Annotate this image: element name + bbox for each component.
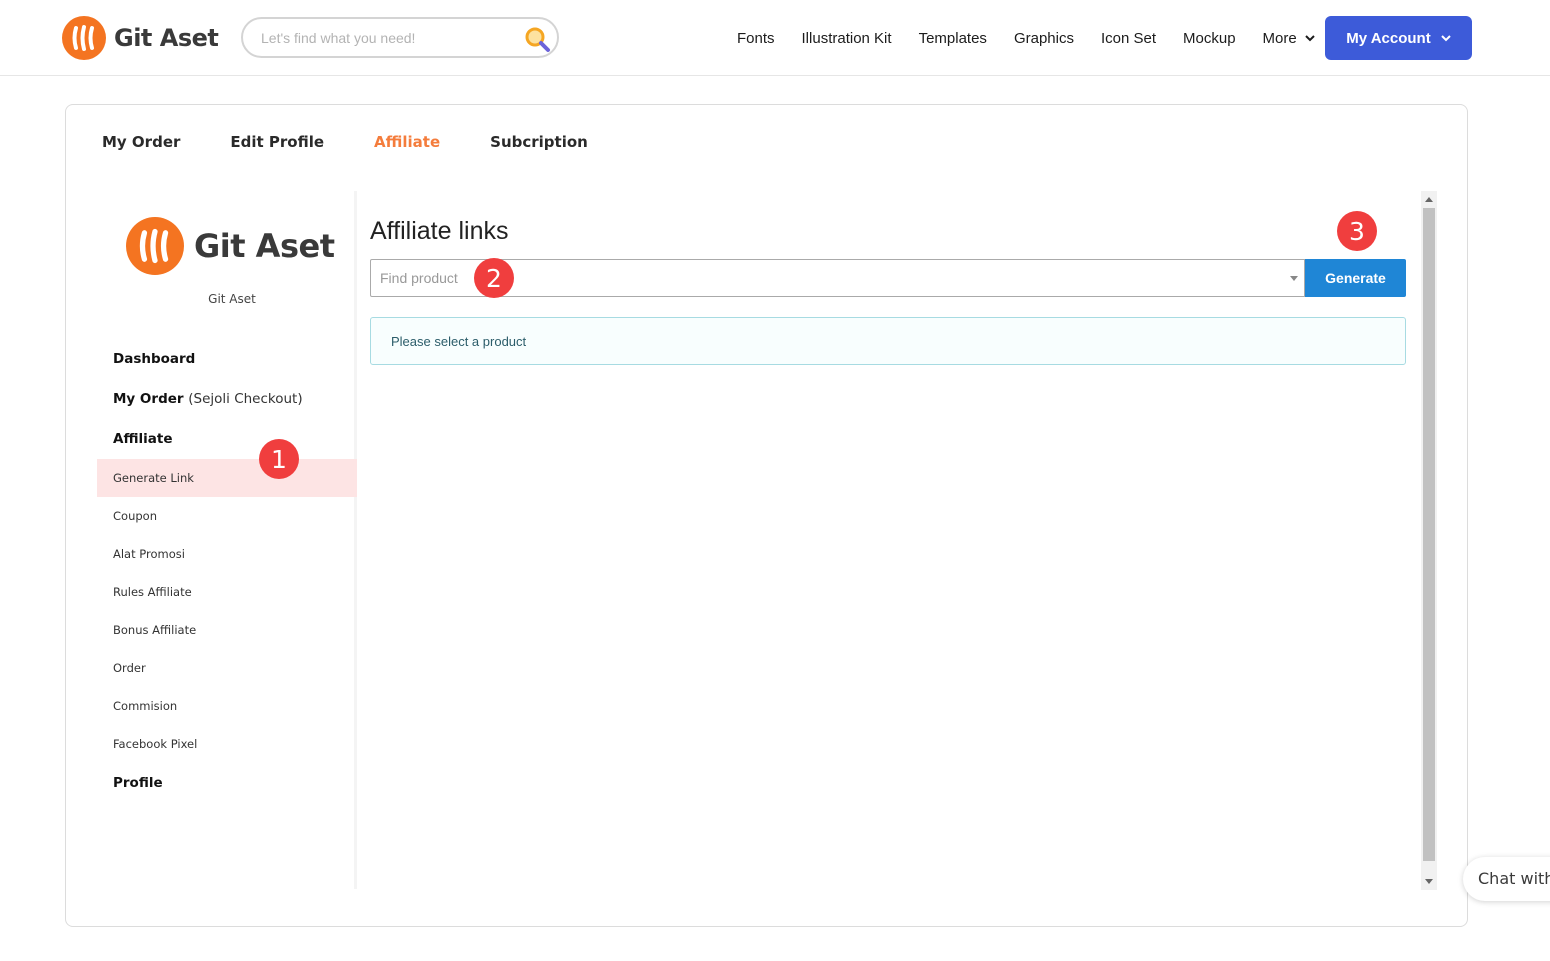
info-notice: Please select a product	[370, 317, 1406, 365]
chevron-down-icon	[1441, 34, 1451, 41]
sidebar-brand-name: Git Aset	[194, 227, 335, 265]
nav-mockup[interactable]: Mockup	[1183, 30, 1236, 47]
chat-widget-button[interactable]: Chat with	[1463, 857, 1550, 901]
sidebar-item-bonus-affiliate[interactable]: Bonus Affiliate	[97, 611, 357, 649]
scroll-down-arrow-icon[interactable]	[1425, 879, 1433, 884]
panel-scrollbar[interactable]	[1421, 191, 1437, 890]
my-account-button[interactable]: My Account	[1325, 16, 1472, 60]
account-card: My Order Edit Profile Affiliate Subcript…	[65, 104, 1468, 927]
sidebar-item-facebook-pixel[interactable]: Facebook Pixel	[97, 725, 357, 763]
sidebar-item-coupon[interactable]: Coupon	[97, 497, 357, 535]
sidebar-item-affiliate[interactable]: Affiliate	[113, 431, 172, 447]
scrollbar-thumb[interactable]	[1423, 208, 1435, 861]
brand-logo-icon	[62, 16, 106, 60]
my-account-label: My Account	[1346, 29, 1431, 47]
sidebar-item-generate-link[interactable]: Generate Link	[97, 459, 357, 497]
chevron-down-icon	[1305, 34, 1315, 41]
sidebar-item-order[interactable]: Order	[97, 649, 357, 687]
sidebar-username: Git Aset	[208, 292, 256, 306]
sidebar-item-my-order-sub: (Sejoli Checkout)	[188, 391, 303, 407]
search-bar	[241, 17, 559, 58]
main-nav: Fonts Illustration Kit Templates Graphic…	[737, 28, 1342, 48]
nav-icon-set[interactable]: Icon Set	[1101, 30, 1156, 47]
tab-affiliate[interactable]: Affiliate	[374, 133, 440, 151]
tab-subcription[interactable]: Subcription	[490, 133, 588, 151]
sidebar-item-rules-affiliate[interactable]: Rules Affiliate	[97, 573, 357, 611]
search-icon[interactable]	[523, 25, 551, 53]
sidebar-item-my-order[interactable]: My Order (Sejoli Checkout)	[113, 391, 303, 407]
nav-graphics[interactable]: Graphics	[1014, 30, 1074, 47]
nav-more[interactable]: More	[1263, 30, 1315, 47]
step-marker-2: 2	[474, 258, 514, 298]
generate-button[interactable]: Generate	[1305, 259, 1406, 297]
nav-templates[interactable]: Templates	[919, 30, 987, 47]
sidebar-item-commision[interactable]: Commision	[97, 687, 357, 725]
nav-illustration-kit[interactable]: Illustration Kit	[802, 30, 892, 47]
account-tabs: My Order Edit Profile Affiliate Subcript…	[102, 133, 638, 151]
affiliate-sidebar: Git Aset Git Aset Dashboard My Order (Se…	[97, 191, 357, 889]
nav-more-label: More	[1262, 29, 1297, 47]
tab-edit-profile[interactable]: Edit Profile	[230, 133, 324, 151]
brand-name: Git Aset	[114, 24, 219, 52]
sidebar-brand: Git Aset	[126, 217, 335, 275]
sidebar-item-dashboard[interactable]: Dashboard	[113, 351, 195, 367]
chat-widget-label: Chat with	[1478, 869, 1550, 888]
sidebar-item-alat-promosi[interactable]: Alat Promosi	[97, 535, 357, 573]
caret-down-icon	[1290, 276, 1298, 281]
page-title: Affiliate links	[370, 217, 509, 245]
step-marker-1: 1	[259, 439, 299, 479]
product-select-placeholder: Find product	[380, 270, 458, 286]
tab-my-order[interactable]: My Order	[102, 133, 180, 151]
info-notice-text: Please select a product	[391, 334, 527, 349]
top-header: Git Aset Fonts Illustration Kit Template…	[0, 0, 1550, 76]
search-input[interactable]	[261, 27, 511, 49]
scroll-up-arrow-icon[interactable]	[1425, 197, 1433, 202]
brand-logo-icon	[126, 217, 184, 275]
sidebar-item-profile[interactable]: Profile	[113, 775, 163, 791]
nav-fonts[interactable]: Fonts	[737, 30, 775, 47]
brand-logo[interactable]: Git Aset	[62, 15, 219, 61]
step-marker-3: 3	[1337, 211, 1377, 251]
sidebar-item-my-order-label: My Order	[113, 391, 184, 407]
